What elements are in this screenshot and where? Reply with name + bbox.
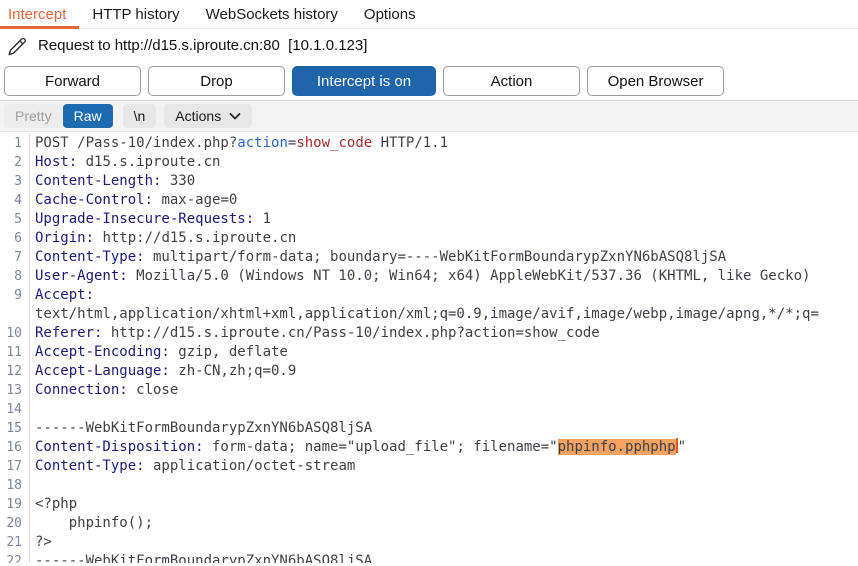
tab-intercept[interactable]: Intercept	[0, 0, 79, 28]
line-number: 14	[0, 400, 30, 419]
code-text: Accept-Encoding: gzip, deflate	[30, 343, 288, 362]
code-text: ------WebKitFormBoundarypZxnYN6bASQ8ljSA	[30, 552, 372, 563]
request-title: Request to http://d15.s.iproute.cn:80 [1…	[38, 37, 367, 54]
request-editor[interactable]: 1POST /Pass-10/index.php?action=show_cod…	[0, 132, 858, 563]
line-number: 13	[0, 381, 30, 400]
code-text: ?>	[30, 533, 52, 552]
code-text: Referer: http://d15.s.iproute.cn/Pass-10…	[30, 324, 600, 343]
code-line: 21?>	[0, 533, 858, 552]
line-number: 3	[0, 172, 30, 191]
drop-button[interactable]: Drop	[148, 66, 285, 96]
action-button[interactable]: Action	[443, 66, 580, 96]
code-text: Content-Type: application/octet-stream	[30, 457, 355, 476]
code-line: 11Accept-Encoding: gzip, deflate	[0, 343, 858, 362]
code-text: Accept:	[30, 286, 94, 305]
code-text: Content-Type: multipart/form-data; bound…	[30, 248, 726, 267]
code-text	[30, 400, 35, 419]
code-line: 22------WebKitFormBoundarypZxnYN6bASQ8lj…	[0, 552, 858, 563]
line-number: 4	[0, 191, 30, 210]
code-line: 15------WebKitFormBoundarypZxnYN6bASQ8lj…	[0, 419, 858, 438]
code-text: Content-Disposition: form-data; name="up…	[30, 438, 686, 457]
line-number: 2	[0, 153, 30, 172]
code-line: 5Upgrade-Insecure-Requests: 1	[0, 210, 858, 229]
code-text: Accept-Language: zh-CN,zh;q=0.9	[30, 362, 296, 381]
code-line: 14	[0, 400, 858, 419]
open-browser-button[interactable]: Open Browser	[587, 66, 724, 96]
code-line: 8User-Agent: Mozilla/5.0 (Windows NT 10.…	[0, 267, 858, 286]
code-text: Host: d15.s.iproute.cn	[30, 153, 220, 172]
code-line: 7Content-Type: multipart/form-data; boun…	[0, 248, 858, 267]
chevron-down-icon	[229, 112, 241, 120]
selected-text: phpinfo.pphphp	[558, 439, 676, 455]
code-line: 16Content-Disposition: form-data; name="…	[0, 438, 858, 457]
line-number: 10	[0, 324, 30, 343]
intercept-toggle-button[interactable]: Intercept is on	[292, 66, 436, 96]
line-number: 19	[0, 495, 30, 514]
code-text: Origin: http://d15.s.iproute.cn	[30, 229, 296, 248]
code-line: 2Host: d15.s.iproute.cn	[0, 153, 858, 172]
code-line: 20 phpinfo();	[0, 514, 858, 533]
tab-websockets-history[interactable]: WebSockets history	[193, 0, 351, 28]
line-number: 1	[0, 134, 30, 153]
line-number: 12	[0, 362, 30, 381]
code-line: 18	[0, 476, 858, 495]
code-text: <?php	[30, 495, 77, 514]
code-line: 3Content-Length: 330	[0, 172, 858, 191]
line-number: 18	[0, 476, 30, 495]
line-number: 11	[0, 343, 30, 362]
line-number: 21	[0, 533, 30, 552]
view-newline-toggle[interactable]: \n	[123, 104, 157, 128]
line-number: 9	[0, 286, 30, 305]
view-raw-tab[interactable]: Raw	[63, 104, 113, 128]
tab-http-history[interactable]: HTTP history	[79, 0, 192, 28]
code-text: Content-Length: 330	[30, 172, 195, 191]
intercept-toolbar: Forward Drop Intercept is on Action Open…	[0, 62, 858, 101]
tab-options[interactable]: Options	[351, 0, 429, 28]
line-number: 7	[0, 248, 30, 267]
code-line: 1POST /Pass-10/index.php?action=show_cod…	[0, 134, 858, 153]
code-line: 10Referer: http://d15.s.iproute.cn/Pass-…	[0, 324, 858, 343]
code-line: text/html,application/xhtml+xml,applicat…	[0, 305, 858, 324]
code-line: 4Cache-Control: max-age=0	[0, 191, 858, 210]
pencil-icon	[6, 34, 30, 58]
code-line: 13Connection: close	[0, 381, 858, 400]
code-text: User-Agent: Mozilla/5.0 (Windows NT 10.0…	[30, 267, 810, 286]
forward-button[interactable]: Forward	[4, 66, 141, 96]
line-number: 20	[0, 514, 30, 533]
line-number: 17	[0, 457, 30, 476]
code-line: 17Content-Type: application/octet-stream	[0, 457, 858, 476]
top-tab-bar: Intercept HTTP history WebSockets histor…	[0, 0, 858, 29]
code-text: ------WebKitFormBoundarypZxnYN6bASQ8ljSA	[30, 419, 372, 438]
request-bar: Request to http://d15.s.iproute.cn:80 [1…	[0, 29, 858, 62]
code-text: text/html,application/xhtml+xml,applicat…	[30, 305, 819, 324]
view-pretty-tab[interactable]: Pretty	[4, 104, 63, 128]
code-text	[30, 476, 35, 495]
code-text: Connection: close	[30, 381, 178, 400]
code-text: Cache-Control: max-age=0	[30, 191, 237, 210]
actions-dropdown-label: Actions	[175, 108, 221, 124]
code-line: 9Accept:	[0, 286, 858, 305]
code-text: Upgrade-Insecure-Requests: 1	[30, 210, 271, 229]
line-number: 16	[0, 438, 30, 457]
line-number: 22	[0, 552, 30, 563]
code-line: 6Origin: http://d15.s.iproute.cn	[0, 229, 858, 248]
line-number	[0, 305, 30, 324]
code-text: POST /Pass-10/index.php?action=show_code…	[30, 134, 448, 153]
line-number: 5	[0, 210, 30, 229]
code-text: phpinfo();	[30, 514, 153, 533]
line-number: 6	[0, 229, 30, 248]
message-view-bar: Pretty Raw \n Actions	[0, 101, 858, 132]
actions-dropdown[interactable]: Actions	[164, 104, 252, 128]
line-number: 8	[0, 267, 30, 286]
code-line: 19<?php	[0, 495, 858, 514]
line-number: 15	[0, 419, 30, 438]
code-line: 12Accept-Language: zh-CN,zh;q=0.9	[0, 362, 858, 381]
